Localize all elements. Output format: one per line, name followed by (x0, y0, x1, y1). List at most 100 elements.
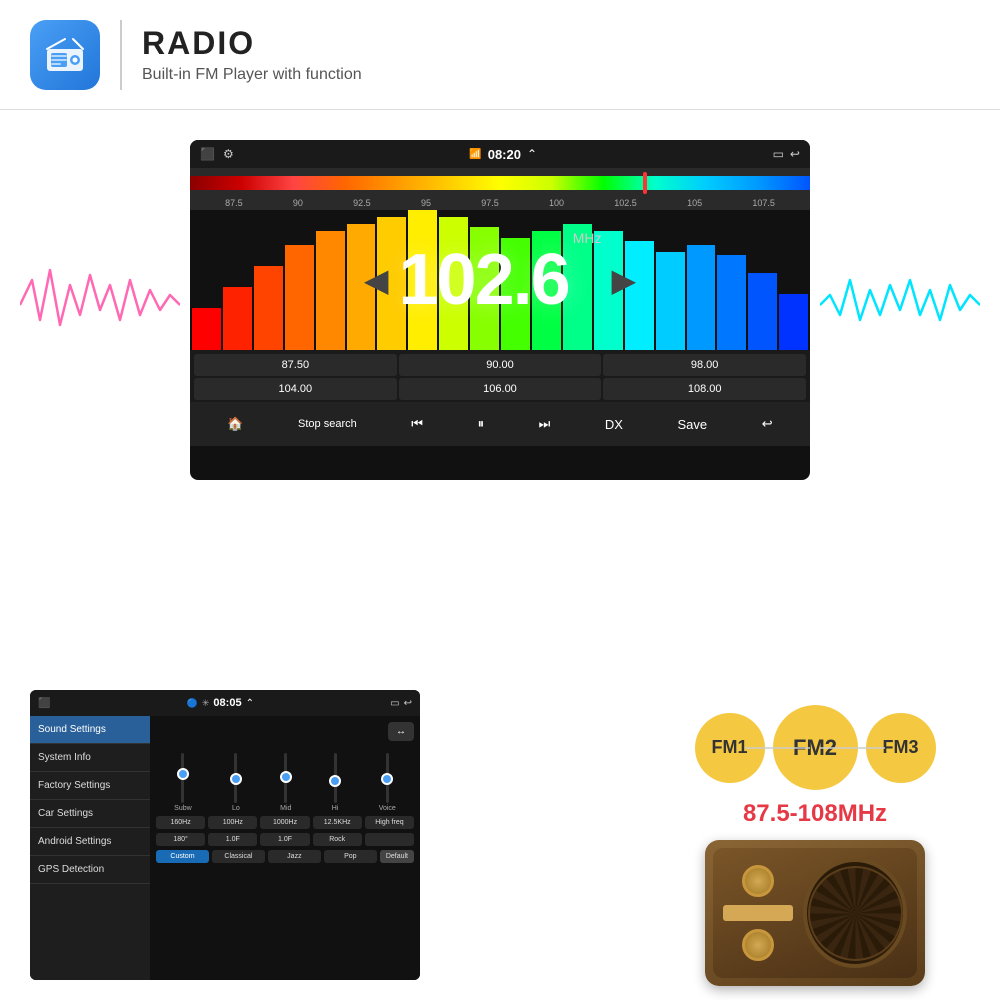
slider-thumb-lo (230, 773, 242, 785)
speaker-display (723, 905, 793, 921)
eq-btn-125khz[interactable]: 12.5KHz (313, 816, 362, 829)
speaker-dial-bottom (742, 929, 774, 961)
eq-btn-jazz[interactable]: Jazz (268, 850, 321, 863)
freq-label-95: 95 (421, 198, 431, 208)
page-subtitle: Built-in FM Player with function (142, 66, 362, 84)
slider-hi: Hi (332, 753, 339, 812)
eq-row-2: 180° 1.0F 1.0F Rock (156, 833, 414, 846)
home-button[interactable]: 🏠 (227, 416, 243, 432)
status-left-icons: ⬛ ⚙ (200, 147, 234, 161)
eq-btn-rock[interactable]: Rock (313, 833, 362, 846)
freq-left-arrow[interactable]: ◀ (364, 261, 389, 299)
settings-expand-icon: ⌃ (246, 698, 254, 709)
slider-track-voice[interactable] (386, 753, 389, 803)
slider-track-subw[interactable] (181, 753, 184, 803)
settings-icon: ⚙ (223, 147, 234, 161)
menu-car-settings[interactable]: Car Settings (30, 800, 150, 828)
settings-back-icon: ⬛ (38, 698, 50, 709)
freq-number-overlay: ◀ 102.6 MHz ▶ (190, 210, 810, 350)
preset-10400[interactable]: 104.00 (194, 378, 397, 400)
speaker-inner (713, 848, 917, 978)
slider-lo: Lo (232, 753, 240, 812)
eq-btn-classical[interactable]: Classical (212, 850, 265, 863)
freq-labels: 87.5 90 92.5 95 97.5 100 102.5 105 107.5 (190, 198, 810, 208)
header-text: RADIO Built-in FM Player with function (142, 25, 362, 84)
eq-btn-pop[interactable]: Pop (324, 850, 377, 863)
slider-label-voice: Voice (379, 805, 396, 812)
stop-search-button[interactable]: Stop search (298, 418, 357, 430)
speaker-grille-pattern (808, 866, 903, 961)
freq-right-arrow[interactable]: ▶ (611, 261, 636, 299)
expand-icon: ⌃ (527, 147, 537, 161)
slider-track-hi[interactable] (334, 753, 337, 803)
menu-sound-settings[interactable]: Sound Settings (30, 716, 150, 744)
slider-label-hi: Hi (332, 805, 339, 812)
eq-btn-highfreq[interactable]: High freq (365, 816, 414, 829)
speaker-controls (723, 865, 793, 961)
menu-system-info[interactable]: System Info (30, 744, 150, 772)
settings-status-center: 🔵 ✳ 08:05 ⌃ (187, 697, 254, 709)
fm-frequency-range: 87.5-108MHz (743, 800, 887, 828)
freq-label-90: 90 (293, 198, 303, 208)
slider-thumb-voice (381, 773, 393, 785)
preset-10600[interactable]: 106.00 (399, 378, 602, 400)
settings-body: Sound Settings System Info Factory Setti… (30, 716, 420, 980)
freq-label-875: 87.5 (225, 198, 243, 208)
eq-btn-default[interactable]: Default (380, 850, 414, 863)
settings-status-right: ▭ ↩ (390, 698, 412, 709)
freq-display: 102.6 (399, 239, 569, 321)
next-button[interactable]: ⏭ (539, 416, 551, 432)
status-right-icons: ▭ ↩ (773, 147, 800, 161)
fm-connector-lines (690, 723, 940, 773)
menu-gps-detection[interactable]: GPS Detection (30, 856, 150, 884)
radio-icon (41, 31, 89, 79)
stereo-button[interactable]: ↔ (388, 722, 414, 741)
preset-9800[interactable]: 98.00 (603, 354, 806, 376)
dx-button[interactable]: DX (605, 417, 623, 432)
eq-btn-custom[interactable]: Custom (156, 850, 209, 863)
slider-track-lo[interactable] (234, 753, 237, 803)
eq-btn-100hz[interactable]: 100Hz (208, 816, 257, 829)
eq-btn-1000hz[interactable]: 1000Hz (260, 816, 309, 829)
preset-9000[interactable]: 90.00 (399, 354, 602, 376)
eq-btn-180deg[interactable]: 180° (156, 833, 205, 846)
prev-button[interactable]: ⏮ (411, 416, 423, 432)
slider-subw: Subw (174, 753, 192, 812)
eq-btn-160hz[interactable]: 160Hz (156, 816, 205, 829)
radio-screen: ⬛ ⚙ 📶 08:20 ⌃ ▭ ↩ 87.5 90 92.5 95 97.5 (190, 140, 810, 480)
play-pause-button[interactable]: ⏸ (478, 416, 485, 432)
freq-label-925: 92.5 (353, 198, 371, 208)
fm-bubbles-container: FM1 FM2 FM3 (695, 705, 936, 790)
preset-8750[interactable]: 87.50 (194, 354, 397, 376)
control-bar: 🏠 Stop search ⏮ ⏸ ⏭ DX Save ↩ (190, 402, 810, 446)
eq-row-1: 160Hz 100Hz 1000Hz 12.5KHz High freq (156, 816, 414, 829)
freq-label-975: 97.5 (481, 198, 499, 208)
radio-speaker (705, 840, 925, 986)
eq-sliders-container: Subw Lo Mid (156, 747, 414, 812)
back-nav-icon: ⬛ (200, 147, 215, 161)
frequency-bar[interactable]: 87.5 90 92.5 95 97.5 100 102.5 105 107.5 (190, 168, 810, 210)
slider-voice: Voice (379, 753, 396, 812)
page-title: RADIO (142, 25, 362, 62)
back-button[interactable]: ↩ (762, 416, 773, 432)
settings-status-left: ⬛ (38, 698, 50, 709)
speaker-grille (803, 858, 907, 968)
eq-btn-1f-2[interactable]: 1.0F (260, 833, 309, 846)
settings-bt-icon: 🔵 (187, 698, 198, 709)
slider-label-lo: Lo (232, 805, 240, 812)
fm-section: FM1 FM2 FM3 87.5-108MHz (660, 690, 970, 980)
speaker-dial-top (742, 865, 774, 897)
slider-thumb-subw (177, 768, 189, 780)
eq-btn-1f-1[interactable]: 1.0F (208, 833, 257, 846)
freq-display-area: ◀ 102.6 MHz ▶ (190, 210, 810, 350)
preset-10800[interactable]: 108.00 (603, 378, 806, 400)
slider-thumb-mid (280, 771, 292, 783)
stereo-btn-container: ↔ (156, 722, 414, 741)
settings-menu: Sound Settings System Info Factory Setti… (30, 716, 150, 980)
save-button[interactable]: Save (678, 417, 708, 432)
menu-android-settings[interactable]: Android Settings (30, 828, 150, 856)
slider-track-mid[interactable] (284, 753, 287, 803)
eq-btn-empty (365, 833, 414, 846)
status-time: 08:20 (488, 147, 521, 162)
menu-factory-settings[interactable]: Factory Settings (30, 772, 150, 800)
